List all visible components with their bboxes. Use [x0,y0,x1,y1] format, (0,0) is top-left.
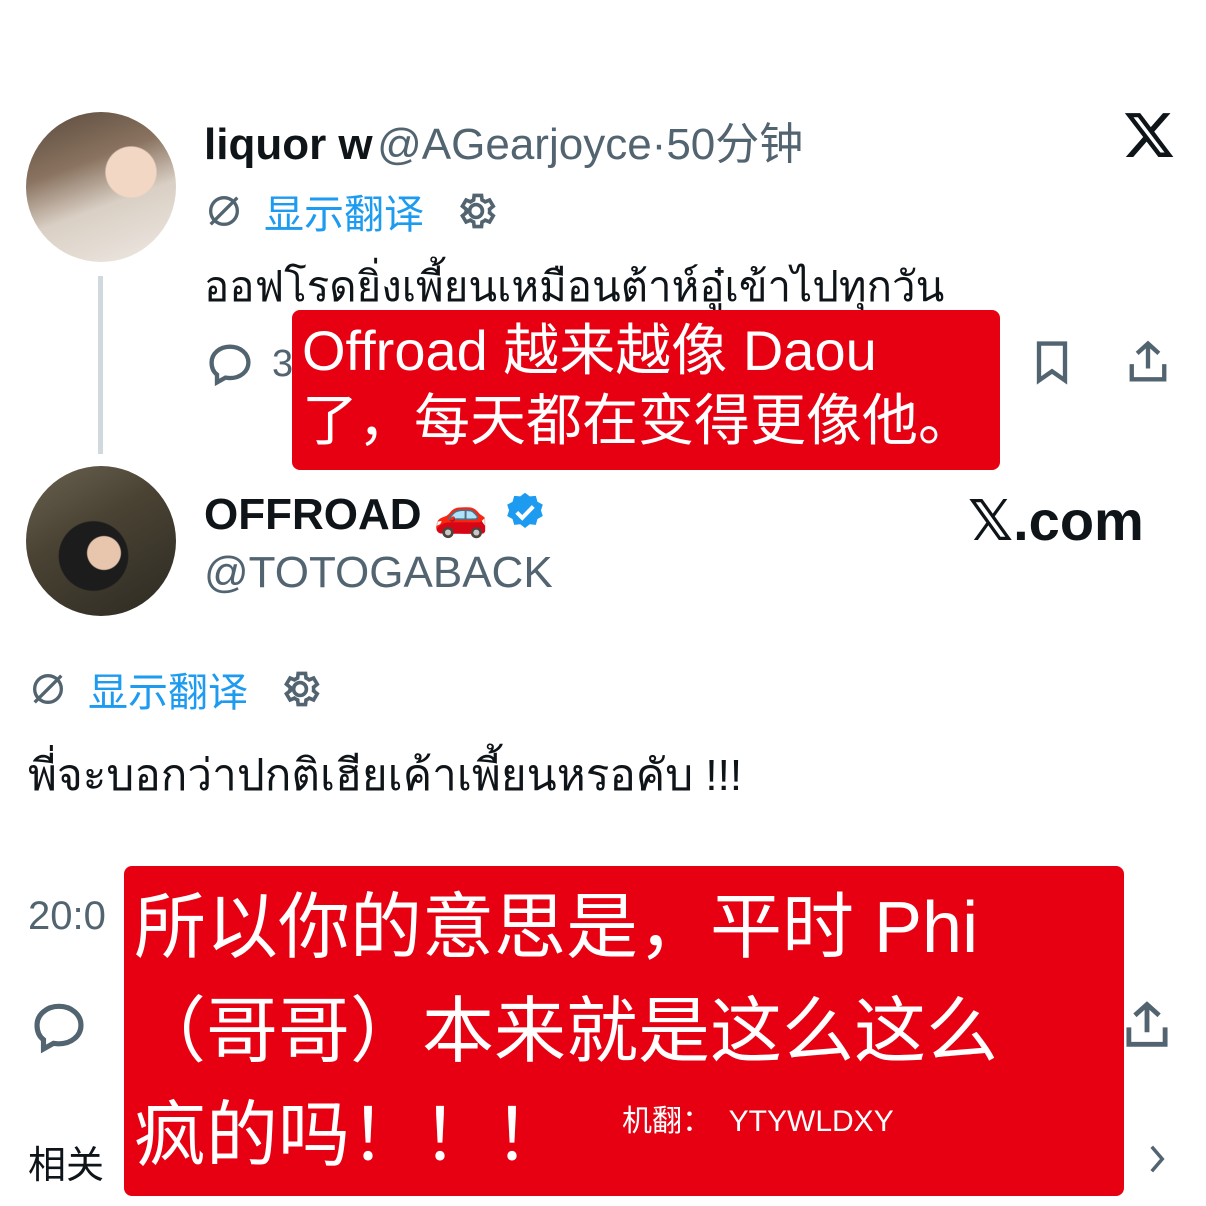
tweet1-translate-row: 显示翻译 [204,182,498,240]
tweet1-time[interactable]: 50分钟 [666,120,803,169]
bookmark-button[interactable] [1026,336,1078,388]
avatar-liquor-w[interactable] [26,112,176,262]
translation-overlay-1: Offroad 越来越像 Daou 了，每天都在变得更像他。 [292,310,1000,470]
share-icon [1118,996,1176,1054]
tweet2-share-button[interactable] [1118,996,1176,1054]
translate-icon [204,191,244,231]
overlay2-line2: （哥哥）本来就是这么这么 [134,992,999,1072]
tweet2-name-row: OFFROAD 🚗 [204,488,547,540]
gear-icon[interactable] [454,189,498,233]
verified-badge-icon [503,490,547,539]
tweet1-reply-button[interactable]: 3 [204,338,293,390]
related-section-label[interactable]: 相关 [28,1134,104,1189]
tweet1-reply-count: 3 [272,342,294,385]
thread-connector [98,276,103,454]
x-com-watermark: 𝕏.com [968,489,1144,552]
translate-icon [28,669,68,709]
overlay1-line2: 了，每天都在变得更像他。 [302,389,974,452]
overlay2-line1: 所以你的意思是，平时 Phi [134,888,979,968]
tweet2-author-name[interactable]: OFFROAD 🚗 [204,488,489,540]
gear-icon[interactable] [278,667,322,711]
tweet1-header: liquor w @AGearjoyce·50分钟 [204,108,803,172]
tweet1-separator: · [651,120,667,169]
tweet2-author-handle[interactable]: @TOTOGABACK [204,548,553,598]
avatar-offroad[interactable] [26,466,176,616]
tweet1-show-translation-link[interactable]: 显示翻译 [264,182,424,240]
tweet2-text: พี่จะบอกว่าปกติเฮียเค้าเพี้ยนหรอคับ !!! [28,751,743,800]
reply-icon [28,996,90,1058]
x-logo-icon [1122,108,1176,162]
translation-credit: 机翻： YTYWLDXY [622,1105,894,1138]
translation-overlay-2: 所以你的意思是，平时 Phi （哥哥）本来就是这么这么 疯的吗！！！ 机翻： Y… [124,866,1124,1196]
tweet2-translate-row: 显示翻译 [28,660,322,718]
chevron-right-icon[interactable] [1140,1138,1174,1180]
reply-icon [204,338,256,390]
tweet2-show-translation-link[interactable]: 显示翻译 [88,660,248,718]
bookmark-icon [1026,336,1078,388]
tweet1-share-button[interactable] [1122,336,1174,388]
tweet2-reply-button[interactable] [28,996,90,1058]
overlay1-line1: Offroad 越来越像 Daou [302,319,877,382]
tweet1-author-handle[interactable]: @AGearjoyce [377,120,652,169]
tweet2-timestamp[interactable]: 20:0 [28,894,106,939]
share-icon [1122,336,1174,388]
tweet1-author-name[interactable]: liquor w [204,120,373,169]
